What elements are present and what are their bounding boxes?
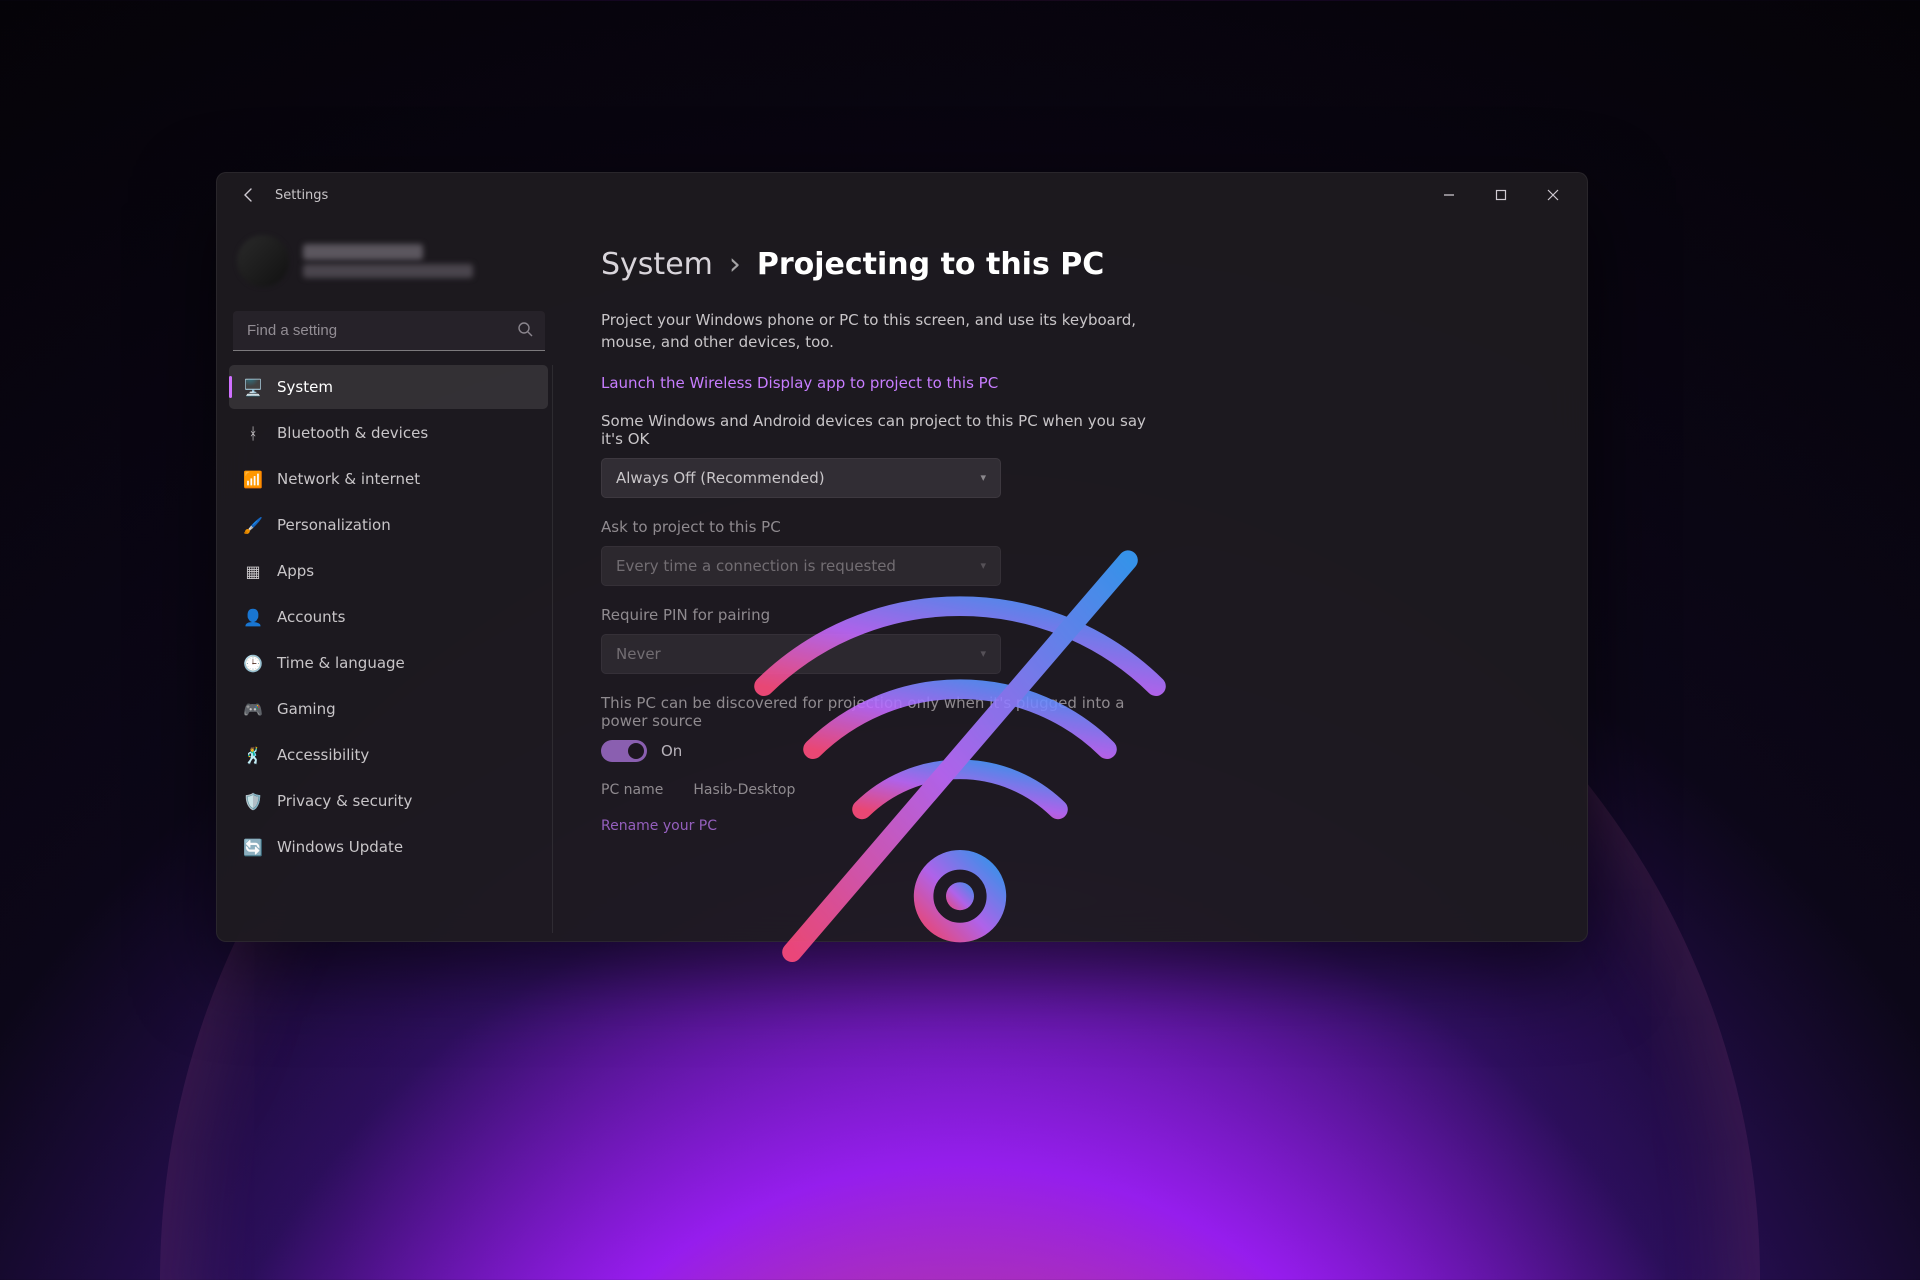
sidebar-item-update[interactable]: 🔄 Windows Update <box>229 825 548 869</box>
sidebar-item-accessibility[interactable]: 🕺 Accessibility <box>229 733 548 777</box>
app-title: Settings <box>275 188 328 203</box>
main-content: System › Projecting to this PC Project y… <box>561 217 1587 941</box>
sidebar-item-personalization[interactable]: 🖌️ Personalization <box>229 503 548 547</box>
avatar <box>237 235 289 287</box>
discover-toggle[interactable] <box>601 740 647 762</box>
shield-icon: 🛡️ <box>243 791 263 811</box>
sidebar: 🖥️ System ᚼ Bluetooth & devices 📶 Network & i… <box>217 217 561 941</box>
bluetooth-icon: ᚼ <box>243 423 263 443</box>
sidebar-item-label: Personalization <box>277 516 391 534</box>
chevron-down-icon: ▾ <box>980 559 986 572</box>
profile-email-redacted <box>303 264 473 278</box>
person-icon: 👤 <box>243 607 263 627</box>
project-permission-label: Some Windows and Android devices can pro… <box>601 412 1161 448</box>
clock-icon: 🕒 <box>243 653 263 673</box>
close-button[interactable] <box>1527 173 1579 217</box>
apps-icon: ▦ <box>243 561 263 581</box>
profile-name-redacted <box>303 244 423 260</box>
pc-name-label: PC name <box>601 782 663 798</box>
dropdown-value: Never <box>616 645 661 663</box>
accessibility-icon: 🕺 <box>243 745 263 765</box>
sidebar-item-privacy[interactable]: 🛡️ Privacy & security <box>229 779 548 823</box>
search-icon <box>517 321 533 341</box>
sidebar-item-gaming[interactable]: 🎮 Gaming <box>229 687 548 731</box>
sidebar-item-label: System <box>277 378 333 396</box>
dropdown-value: Always Off (Recommended) <box>616 469 825 487</box>
launch-wireless-display-link[interactable]: Launch the Wireless Display app to proje… <box>601 374 1161 392</box>
search-box[interactable] <box>233 311 545 351</box>
monitor-icon: 🖥️ <box>243 377 263 397</box>
breadcrumb-root[interactable]: System <box>601 247 713 282</box>
require-pin-label: Require PIN for pairing <box>601 606 1161 624</box>
sidebar-item-label: Gaming <box>277 700 336 718</box>
chevron-down-icon: ▾ <box>980 471 986 484</box>
breadcrumb-page: Projecting to this PC <box>757 247 1104 282</box>
titlebar: Settings <box>217 173 1587 217</box>
back-button[interactable] <box>233 179 265 211</box>
search-input[interactable] <box>245 321 517 340</box>
project-permission-dropdown[interactable]: Always Off (Recommended) ▾ <box>601 458 1001 498</box>
sidebar-item-apps[interactable]: ▦ Apps <box>229 549 548 593</box>
sidebar-item-network[interactable]: 📶 Network & internet <box>229 457 548 501</box>
sidebar-item-label: Accounts <box>277 608 345 626</box>
dropdown-value: Every time a connection is requested <box>616 557 896 575</box>
sidebar-item-bluetooth[interactable]: ᚼ Bluetooth & devices <box>229 411 548 455</box>
toggle-state-label: On <box>661 742 682 760</box>
pc-name-value: Hasib-Desktop <box>693 782 795 798</box>
sidebar-item-accounts[interactable]: 👤 Accounts <box>229 595 548 639</box>
nav-list: 🖥️ System ᚼ Bluetooth & devices 📶 Network & i… <box>225 365 553 933</box>
settings-window: Settings <box>216 172 1588 942</box>
sidebar-item-time[interactable]: 🕒 Time & language <box>229 641 548 685</box>
wifi-icon: 📶 <box>243 469 263 489</box>
ask-to-project-label: Ask to project to this PC <box>601 518 1161 536</box>
breadcrumb: System › Projecting to this PC <box>601 247 1547 282</box>
chevron-down-icon: ▾ <box>980 647 986 660</box>
brush-icon: 🖌️ <box>243 515 263 535</box>
require-pin-dropdown[interactable]: Never ▾ <box>601 634 1001 674</box>
sidebar-item-label: Network & internet <box>277 470 420 488</box>
sidebar-item-label: Privacy & security <box>277 792 412 810</box>
sidebar-item-system[interactable]: 🖥️ System <box>229 365 548 409</box>
page-description: Project your Windows phone or PC to this… <box>601 310 1161 354</box>
profile-block[interactable] <box>225 225 553 307</box>
maximize-button[interactable] <box>1475 173 1527 217</box>
sidebar-item-label: Time & language <box>277 654 405 672</box>
update-icon: 🔄 <box>243 837 263 857</box>
sidebar-item-label: Windows Update <box>277 838 403 856</box>
minimize-button[interactable] <box>1423 173 1475 217</box>
sidebar-item-label: Bluetooth & devices <box>277 424 428 442</box>
ask-to-project-dropdown[interactable]: Every time a connection is requested ▾ <box>601 546 1001 586</box>
rename-pc-link[interactable]: Rename your PC <box>601 818 1161 834</box>
discover-when-plugged-label: This PC can be discovered for projection… <box>601 694 1161 730</box>
sidebar-item-label: Apps <box>277 562 314 580</box>
sidebar-item-label: Accessibility <box>277 746 369 764</box>
gamepad-icon: 🎮 <box>243 699 263 719</box>
chevron-right-icon: › <box>729 247 741 282</box>
